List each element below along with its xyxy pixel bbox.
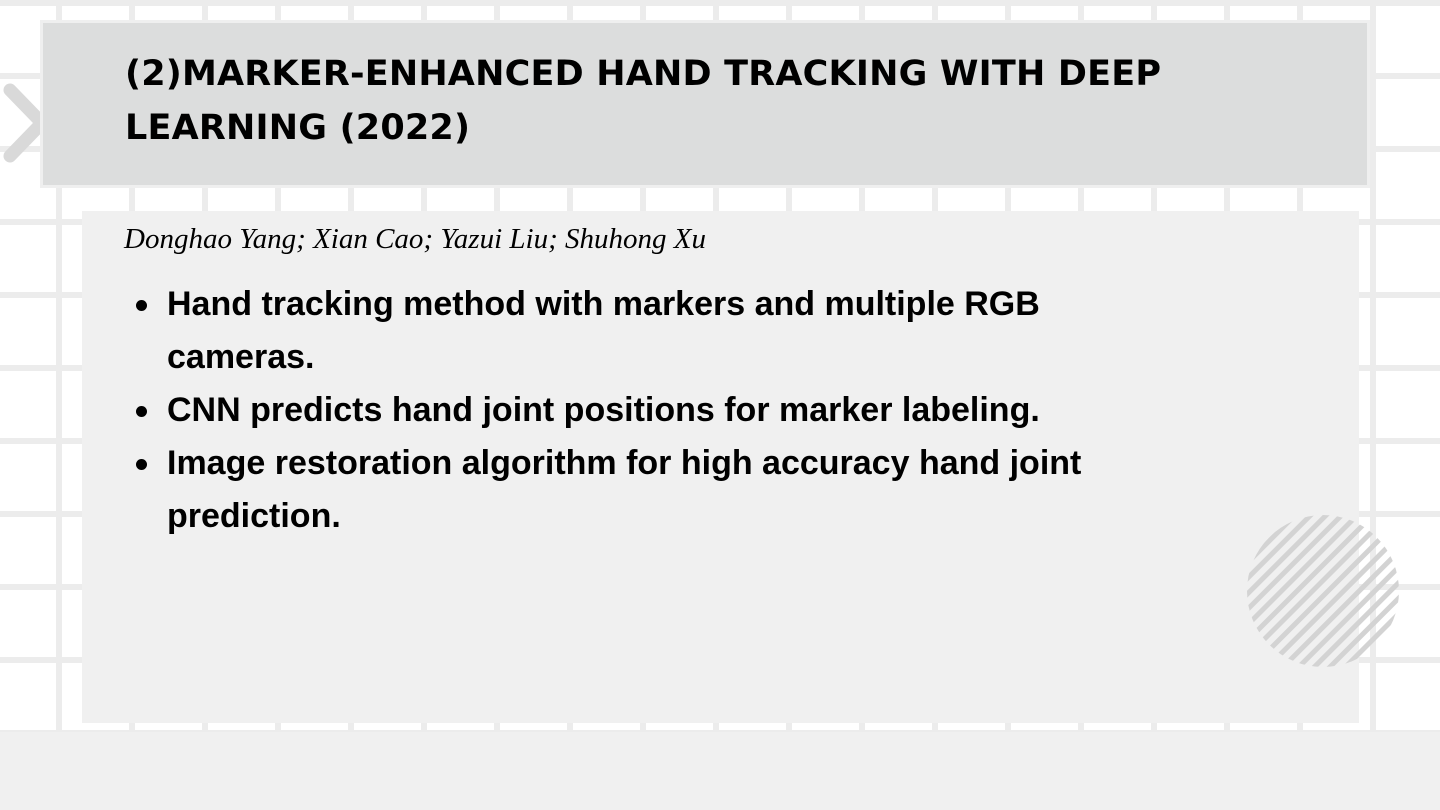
bottom-band <box>0 732 1440 810</box>
bullet-dot <box>136 459 147 470</box>
bullet-dot <box>136 300 147 311</box>
bullet-text: Hand tracking method with markers and mu… <box>167 285 1040 376</box>
bullet-item: Image restoration algorithm for high acc… <box>136 437 1167 543</box>
content-box: Donghao Yang; Xian Cao; Yazui Liu; Shuho… <box>82 211 1359 723</box>
bullet-text: Image restoration algorithm for high acc… <box>167 444 1082 535</box>
slide-title: (2)Marker-Enhanced Hand Tracking with De… <box>125 54 1162 148</box>
bullet-item: CNN predicts hand joint positions for ma… <box>136 384 1167 437</box>
title-box: (2)Marker-Enhanced Hand Tracking with De… <box>40 20 1370 188</box>
bullet-text: CNN predicts hand joint positions for ma… <box>167 391 1040 429</box>
authors-line: Donghao Yang; Xian Cao; Yazui Liu; Shuho… <box>124 223 706 255</box>
striped-circle-decoration <box>1247 515 1399 667</box>
bullet-list: Hand tracking method with markers and mu… <box>136 278 1167 543</box>
bullet-dot <box>136 406 147 417</box>
bullet-item: Hand tracking method with markers and mu… <box>136 278 1167 384</box>
